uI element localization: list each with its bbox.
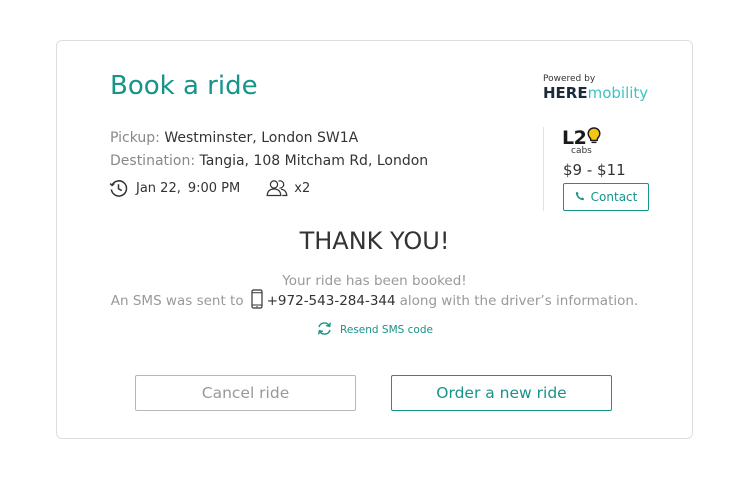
sms-message: An SMS was sent to +972-543-284-344 alon… bbox=[57, 289, 692, 313]
sms-prefix: An SMS was sent to bbox=[110, 293, 244, 309]
passengers: x2 bbox=[266, 179, 310, 197]
destination-value: Tangia, 108 Mitcham Rd, London bbox=[199, 153, 429, 169]
resend-sms-link[interactable]: Resend SMS code bbox=[57, 321, 692, 339]
refresh-icon bbox=[316, 321, 340, 339]
destination-line: Destination: Tangia, 108 Mitcham Rd, Lon… bbox=[110, 153, 428, 169]
ride-time: 9:00 PM bbox=[187, 180, 241, 196]
brand-part-2: mobility bbox=[587, 84, 649, 102]
here-mobility-logo: HEREmobility bbox=[543, 84, 648, 102]
destination-label: Destination: bbox=[110, 153, 196, 169]
order-new-ride-button[interactable]: Order a new ride bbox=[391, 375, 612, 411]
provider-divider bbox=[543, 127, 544, 211]
people-icon bbox=[266, 179, 288, 197]
thank-you-heading: THANK YOU! bbox=[299, 227, 450, 255]
clock-icon bbox=[109, 179, 128, 198]
page-title: Book a ride bbox=[110, 71, 258, 101]
pickup-value: Westminster, London SW1A bbox=[164, 130, 359, 146]
mobile-phone-icon bbox=[251, 289, 263, 313]
sms-suffix: along with the driver’s information. bbox=[399, 293, 639, 309]
ride-date: Jan 22, bbox=[136, 180, 181, 196]
passenger-count: x2 bbox=[294, 180, 311, 196]
price-range: $9 - $11 bbox=[563, 161, 626, 179]
date-time-row: Jan 22, 9:00 PM x2 bbox=[109, 178, 310, 198]
contact-button[interactable]: Contact bbox=[563, 183, 649, 211]
brand-part-1: HERE bbox=[543, 84, 588, 102]
contact-label: Contact bbox=[590, 190, 638, 204]
cancel-ride-button[interactable]: Cancel ride bbox=[135, 375, 356, 411]
powered-by-label: Powered by bbox=[543, 74, 596, 84]
pickup-label: Pickup: bbox=[110, 130, 160, 146]
pickup-line: Pickup: Westminster, London SW1A bbox=[110, 130, 358, 146]
resend-label: Resend SMS code bbox=[340, 324, 433, 336]
phone-icon bbox=[575, 190, 591, 204]
provider-logo: L2 cabs bbox=[562, 127, 602, 156]
phone-number: +972-543-284-344 bbox=[266, 293, 396, 309]
booked-message: Your ride has been booked! bbox=[282, 273, 467, 289]
booking-card: Book a ride Powered by HEREmobility Pick… bbox=[56, 40, 693, 439]
